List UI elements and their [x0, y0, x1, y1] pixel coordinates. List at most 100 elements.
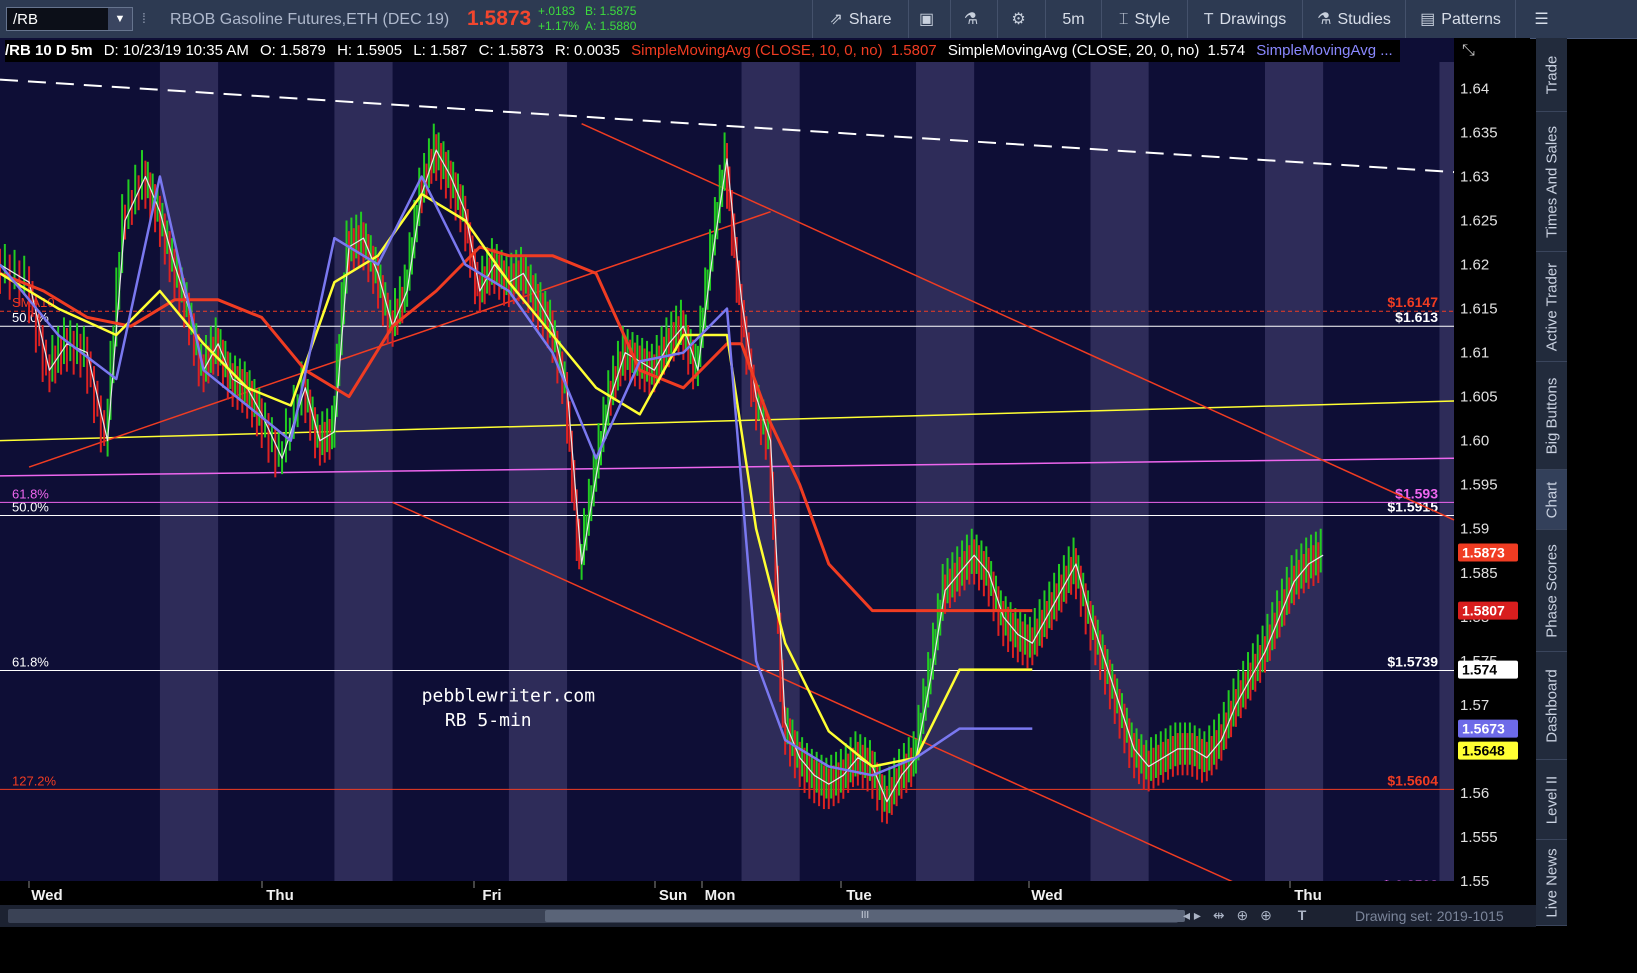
- x-tick-label: Tue: [846, 887, 872, 904]
- patterns-icon: ▤: [1420, 11, 1436, 28]
- gear-icon: ⚙: [1011, 11, 1026, 28]
- y-tick-label: 1.56: [1460, 785, 1489, 802]
- y-tick-label: 1.615: [1460, 301, 1498, 318]
- bottom-bar: III ◂ ▸ ⇹ ⊕ ⊕ T Drawing set: 2019-1015: [0, 905, 1536, 927]
- drawing-set-label[interactable]: Drawing set: 2019-1015: [1355, 908, 1504, 924]
- drag-handle-icon[interactable]: ⁞: [142, 10, 146, 26]
- tab-live-news[interactable]: Live News: [1536, 840, 1567, 926]
- crosshair-icon[interactable]: ⊕: [1236, 907, 1248, 923]
- session-band: [508, 62, 568, 889]
- tab-active-trader[interactable]: Active Trader: [1536, 252, 1567, 362]
- info-low: L: 1.587: [413, 42, 468, 59]
- session-band: [1264, 62, 1324, 889]
- tab-phase-scores[interactable]: Phase Scores: [1536, 530, 1567, 652]
- drawing-t-icon: T: [1203, 11, 1214, 28]
- tab-times-and-sales[interactable]: Times And Sales: [1536, 112, 1567, 252]
- x-tick-label: Sun: [659, 887, 687, 904]
- price-tag-label: 1.574: [1462, 662, 1497, 678]
- info-range: R: 0.0035: [554, 42, 620, 59]
- y-tick-label: 1.585: [1460, 565, 1498, 582]
- y-tick-label: 1.625: [1460, 213, 1498, 230]
- lab-button[interactable]: ⚗: [950, 0, 997, 38]
- price-tag-label: 1.5673: [1462, 721, 1505, 737]
- settings-button[interactable]: ⚙: [997, 0, 1045, 38]
- scrollbar-thumb[interactable]: III: [545, 910, 1185, 922]
- tab-dashboard-label: Dashboard: [1543, 668, 1560, 743]
- y-tick-label: 1.635: [1460, 124, 1498, 141]
- horizontal-scrollbar[interactable]: III: [8, 909, 1185, 923]
- studies-button[interactable]: ⚗ Studies: [1302, 0, 1405, 38]
- share-label: Share: [848, 11, 892, 28]
- ask-value: A: 1.5880: [585, 19, 637, 33]
- x-tick-label: Thu: [266, 887, 294, 904]
- change-value: +.0183: [538, 4, 576, 18]
- tab-chart[interactable]: Chart: [1536, 470, 1567, 530]
- bid-value: B: 1.5875: [585, 4, 637, 18]
- fib-price-label: $1.5739: [1387, 654, 1438, 670]
- tab-phase-scores-label: Phase Scores: [1543, 543, 1560, 638]
- chart-area[interactable]: 1.551.5551.561.5651.571.5751.581.5851.59…: [0, 38, 1530, 926]
- y-tick-label: 1.55: [1460, 873, 1489, 890]
- fib-level-label: 50.0%: [12, 500, 49, 515]
- last-price: 1.5873: [467, 7, 532, 30]
- studies-label: Studies: [1337, 11, 1391, 28]
- symbol-input[interactable]: /RB ▼: [6, 7, 133, 31]
- tab-big-buttons-label: Big Buttons: [1543, 377, 1560, 454]
- info-study3[interactable]: SimpleMovingAvg ...: [1256, 42, 1392, 59]
- patterns-label: Patterns: [1441, 11, 1501, 28]
- drawings-label: Drawings: [1219, 11, 1287, 28]
- bid-ask: B: 1.5875 A: 1.5880: [585, 4, 636, 34]
- style-button[interactable]: ⌶ Style: [1101, 0, 1187, 38]
- tab-dashboard[interactable]: Dashboard: [1536, 652, 1567, 760]
- x-tick-label: Fri: [482, 887, 501, 904]
- y-tick-label: 1.555: [1460, 829, 1498, 846]
- scroll-left-icon[interactable]: ◂: [1183, 907, 1190, 923]
- screenshot-icon: ▣: [918, 11, 935, 28]
- timeframe-button[interactable]: 5m: [1045, 0, 1101, 38]
- price-chart[interactable]: 1.551.5551.561.5651.571.5751.581.5851.59…: [0, 38, 1530, 926]
- x-tick-label: Mon: [705, 887, 736, 904]
- zoom-icon[interactable]: ⊕: [1260, 907, 1272, 923]
- info-study1[interactable]: SimpleMovingAvg (CLOSE, 10, 0, no): [631, 42, 883, 59]
- price-tag-label: 1.5873: [1462, 545, 1505, 561]
- y-tick-label: 1.63: [1460, 168, 1489, 185]
- patterns-button[interactable]: ▤ Patterns: [1405, 0, 1515, 38]
- tab-level-ii-label: Level II: [1543, 775, 1560, 824]
- chevron-down-icon[interactable]: ▼: [108, 8, 132, 30]
- timeframe-label: 5m: [1062, 11, 1085, 28]
- info-study2[interactable]: SimpleMovingAvg (CLOSE, 20, 0, no): [948, 42, 1200, 59]
- tab-level-ii[interactable]: Level II: [1536, 760, 1567, 840]
- tab-big-buttons[interactable]: Big Buttons: [1536, 362, 1567, 470]
- collapse-icon[interactable]: ⤡: [1462, 42, 1475, 60]
- drawing-t-icon[interactable]: T: [1298, 907, 1307, 923]
- fib-level-label: 61.8%: [12, 655, 49, 670]
- symbol-description: RBOB Gasoline Futures,ETH (DEC 19): [170, 11, 450, 28]
- fib-price-label: $1.593: [1395, 485, 1438, 501]
- y-tick-label: 1.62: [1460, 257, 1489, 274]
- scrollbar-grip: III: [860, 910, 870, 921]
- tab-trade[interactable]: Trade: [1536, 38, 1567, 112]
- menu-button[interactable]: ☰: [1515, 0, 1567, 38]
- top-toolbar: /RB ▼ ⁞ RBOB Gasoline Futures,ETH (DEC 1…: [0, 0, 1637, 39]
- screenshot-button[interactable]: ▣: [908, 0, 950, 38]
- tab-chart-label: Chart: [1543, 481, 1560, 518]
- tab-active-trader-label: Active Trader: [1543, 262, 1560, 351]
- expand-icon[interactable]: ⇹: [1213, 907, 1225, 923]
- scroll-right-icon[interactable]: ▸: [1194, 907, 1201, 923]
- share-button[interactable]: ⇗ Share: [812, 0, 908, 38]
- x-tick-label: Wed: [31, 887, 62, 904]
- chart-annotation: pebblewriter.com: [422, 685, 595, 706]
- y-tick-label: 1.64: [1460, 80, 1489, 97]
- tab-trade-label: Trade: [1543, 55, 1560, 94]
- right-sidebar: Trade Times And Sales Active Trader Big …: [1536, 38, 1567, 926]
- drawings-button[interactable]: T Drawings: [1187, 0, 1302, 38]
- chart-nav-icons: ◂ ▸ ⇹ ⊕ ⊕ T: [1183, 907, 1306, 924]
- fib-level-label: 61.8%: [12, 486, 49, 501]
- y-tick-label: 1.61: [1460, 345, 1489, 362]
- symbol-text: /RB: [13, 11, 39, 28]
- menu-icon: ☰: [1534, 11, 1549, 28]
- flask-icon: ⚗: [1317, 11, 1332, 28]
- session-band: [916, 62, 975, 889]
- net-change: +.0183 +1.17%: [538, 4, 579, 34]
- candle-icon: ⌶: [1118, 11, 1129, 28]
